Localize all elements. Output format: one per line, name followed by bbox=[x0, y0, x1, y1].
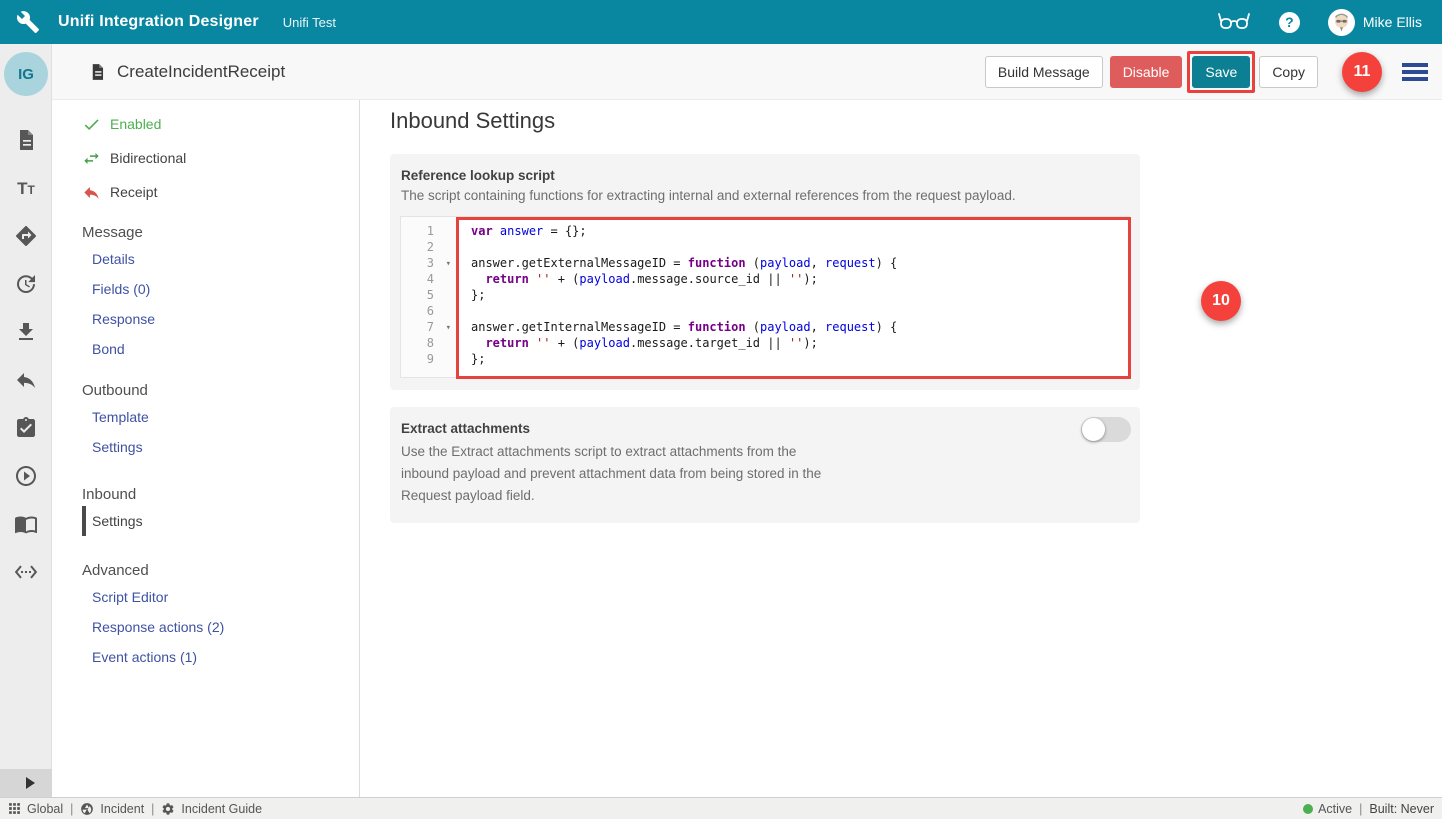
reference-panel-title: Reference lookup script bbox=[390, 154, 1140, 183]
page-title: Inbound Settings bbox=[390, 108, 555, 134]
nav-section-message: Message Details Fields (0) Response Bond bbox=[82, 220, 359, 364]
play-circle-icon[interactable] bbox=[0, 452, 52, 500]
code-editor[interactable]: 123▾4567▾89 var answer = {}; answer.getE… bbox=[400, 216, 1130, 378]
nav-header-outbound: Outbound bbox=[82, 378, 359, 402]
icon-rail: IG TT bbox=[0, 44, 52, 797]
nav-panel: Enabled Bidirectional Receipt Message De… bbox=[52, 100, 360, 797]
built-status: Built: Never bbox=[1369, 802, 1434, 816]
nav-item-outbound-settings[interactable]: Settings bbox=[82, 432, 359, 462]
code-editor-content[interactable]: var answer = {}; answer.getExternalMessa… bbox=[457, 217, 1129, 377]
help-icon[interactable]: ? bbox=[1279, 12, 1300, 33]
book-icon[interactable] bbox=[0, 500, 52, 548]
check-icon bbox=[82, 115, 101, 134]
status-bar: Global | Incident | Incident Guide Activ… bbox=[0, 797, 1442, 819]
expand-arrow-icon bbox=[26, 777, 35, 789]
nav-header-inbound: Inbound bbox=[82, 482, 359, 506]
document-icon[interactable] bbox=[0, 116, 52, 164]
topbar: Unifi Integration Designer Unifi Test ? … bbox=[0, 0, 1442, 44]
statusbar-incident-guide[interactable]: Incident Guide bbox=[161, 802, 262, 816]
workspace-name: Unifi Test bbox=[283, 15, 336, 30]
save-annotation-box: Save bbox=[1187, 51, 1255, 93]
swap-arrows-icon bbox=[82, 149, 101, 168]
text-fields-icon[interactable]: TT bbox=[0, 164, 52, 212]
user-name[interactable]: Mike Ellis bbox=[1363, 14, 1422, 30]
active-status-label: Active bbox=[1318, 802, 1352, 816]
status-enabled: Enabled bbox=[82, 112, 359, 136]
shutter-circle-icon bbox=[80, 802, 94, 816]
statusbar-incident[interactable]: Incident bbox=[80, 802, 144, 816]
gear-icon bbox=[161, 802, 175, 816]
document-title-icon bbox=[88, 61, 107, 83]
app-title: Unifi Integration Designer bbox=[58, 13, 259, 31]
build-message-button[interactable]: Build Message bbox=[985, 56, 1103, 88]
directions-icon[interactable] bbox=[0, 212, 52, 260]
reply-red-icon bbox=[82, 183, 101, 202]
status-receipt: Receipt bbox=[82, 180, 359, 204]
copy-button[interactable]: Copy bbox=[1259, 56, 1318, 88]
extract-panel-description: Use the Extract attachments script to ex… bbox=[390, 436, 1140, 507]
save-button[interactable]: Save bbox=[1192, 56, 1250, 88]
sidebar-expand-button[interactable] bbox=[0, 769, 52, 797]
user-avatar[interactable] bbox=[1328, 9, 1355, 36]
nav-item-script-editor[interactable]: Script Editor bbox=[82, 582, 359, 612]
nav-header-advanced: Advanced bbox=[82, 558, 359, 582]
integration-avatar[interactable]: IG bbox=[4, 52, 48, 96]
active-status-dot bbox=[1303, 804, 1313, 814]
disable-button[interactable]: Disable bbox=[1110, 56, 1183, 88]
reference-panel-description: The script containing functions for extr… bbox=[390, 183, 1140, 203]
code-icon[interactable] bbox=[0, 548, 52, 596]
status-bidirectional: Bidirectional bbox=[82, 146, 359, 170]
annotation-step-11: 11 bbox=[1342, 52, 1382, 92]
nav-item-details[interactable]: Details bbox=[82, 244, 359, 274]
nav-item-fields[interactable]: Fields (0) bbox=[82, 274, 359, 304]
wrench-icon bbox=[16, 10, 40, 34]
extract-attachments-toggle[interactable] bbox=[1081, 417, 1131, 442]
nav-item-response-actions[interactable]: Response actions (2) bbox=[82, 612, 359, 642]
toggle-knob bbox=[1082, 418, 1105, 441]
extract-panel-title: Extract attachments bbox=[390, 407, 1140, 436]
nav-item-response[interactable]: Response bbox=[82, 304, 359, 334]
annotation-step-10: 10 bbox=[1201, 281, 1241, 321]
menu-icon[interactable] bbox=[1402, 60, 1428, 84]
grid-icon bbox=[8, 802, 21, 815]
nav-item-bond[interactable]: Bond bbox=[82, 334, 359, 364]
nav-section-inbound: Inbound Settings bbox=[82, 482, 359, 536]
nav-section-outbound: Outbound Template Settings bbox=[82, 378, 359, 462]
download-icon[interactable] bbox=[0, 308, 52, 356]
nav-item-inbound-settings[interactable]: Settings bbox=[82, 506, 359, 536]
reply-icon[interactable] bbox=[0, 356, 52, 404]
update-icon[interactable] bbox=[0, 260, 52, 308]
task-check-icon[interactable] bbox=[0, 404, 52, 452]
code-editor-gutter: 123▾4567▾89 bbox=[401, 217, 457, 377]
nav-item-event-actions[interactable]: Event actions (1) bbox=[82, 642, 359, 672]
nav-item-template[interactable]: Template bbox=[82, 402, 359, 432]
nav-header-message: Message bbox=[82, 220, 359, 244]
nav-section-advanced: Advanced Script Editor Response actions … bbox=[82, 558, 359, 672]
extract-attachments-panel: Extract attachments Use the Extract atta… bbox=[390, 407, 1140, 523]
document-toolbar: CreateIncidentReceipt Build Message Disa… bbox=[52, 44, 1442, 100]
statusbar-global[interactable]: Global bbox=[8, 802, 63, 816]
glasses-icon[interactable] bbox=[1217, 9, 1251, 35]
document-title: CreateIncidentReceipt bbox=[117, 62, 285, 82]
reference-lookup-panel: Reference lookup script The script conta… bbox=[390, 154, 1140, 390]
main-content: Inbound Settings Reference lookup script… bbox=[360, 100, 1442, 797]
